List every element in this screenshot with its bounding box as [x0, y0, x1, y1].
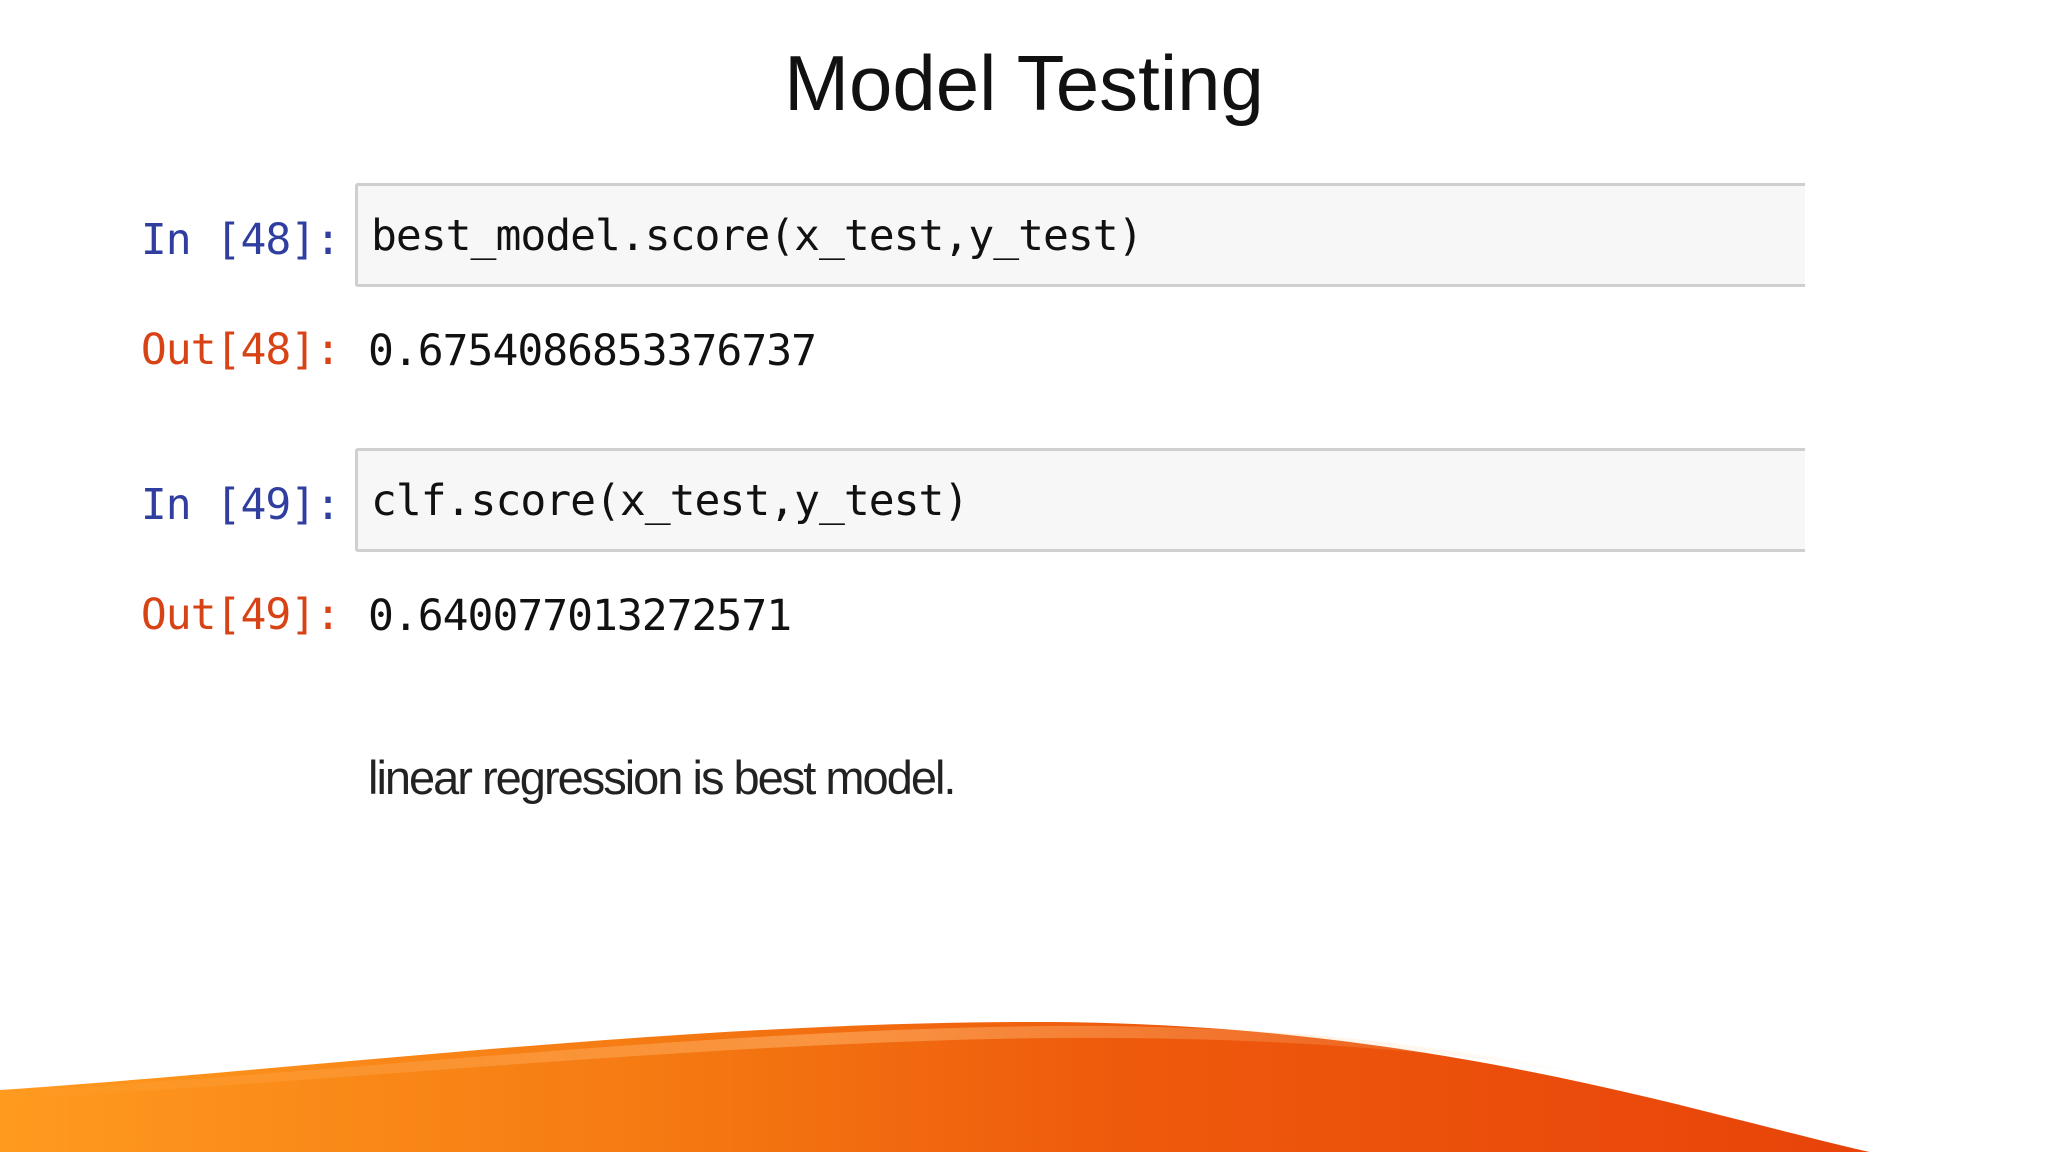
output-prompt-48: Out[48]:: [140, 325, 341, 375]
orange-wave-decoration: [0, 1021, 1870, 1152]
wave-main: [0, 1021, 1870, 1152]
code-line-48: best_model.score(x_test,y_test): [371, 211, 1144, 261]
output-value-48: 0.6754086853376737: [368, 326, 817, 376]
input-prompt-49: In [49]:: [140, 480, 341, 530]
code-line-49: clf.score(x_test,y_test): [371, 476, 969, 526]
input-prompt-48: In [48]:: [140, 215, 341, 265]
output-value-49: 0.640077013272571: [368, 591, 792, 641]
slide-title: Model Testing: [784, 39, 1264, 127]
markdown-conclusion: linear regression is best model.: [368, 751, 956, 804]
code-cell-48[interactable]: best_model.score(x_test,y_test): [355, 183, 1805, 287]
code-cell-49[interactable]: clf.score(x_test,y_test): [355, 448, 1805, 552]
output-prompt-49: Out[49]:: [140, 590, 341, 640]
